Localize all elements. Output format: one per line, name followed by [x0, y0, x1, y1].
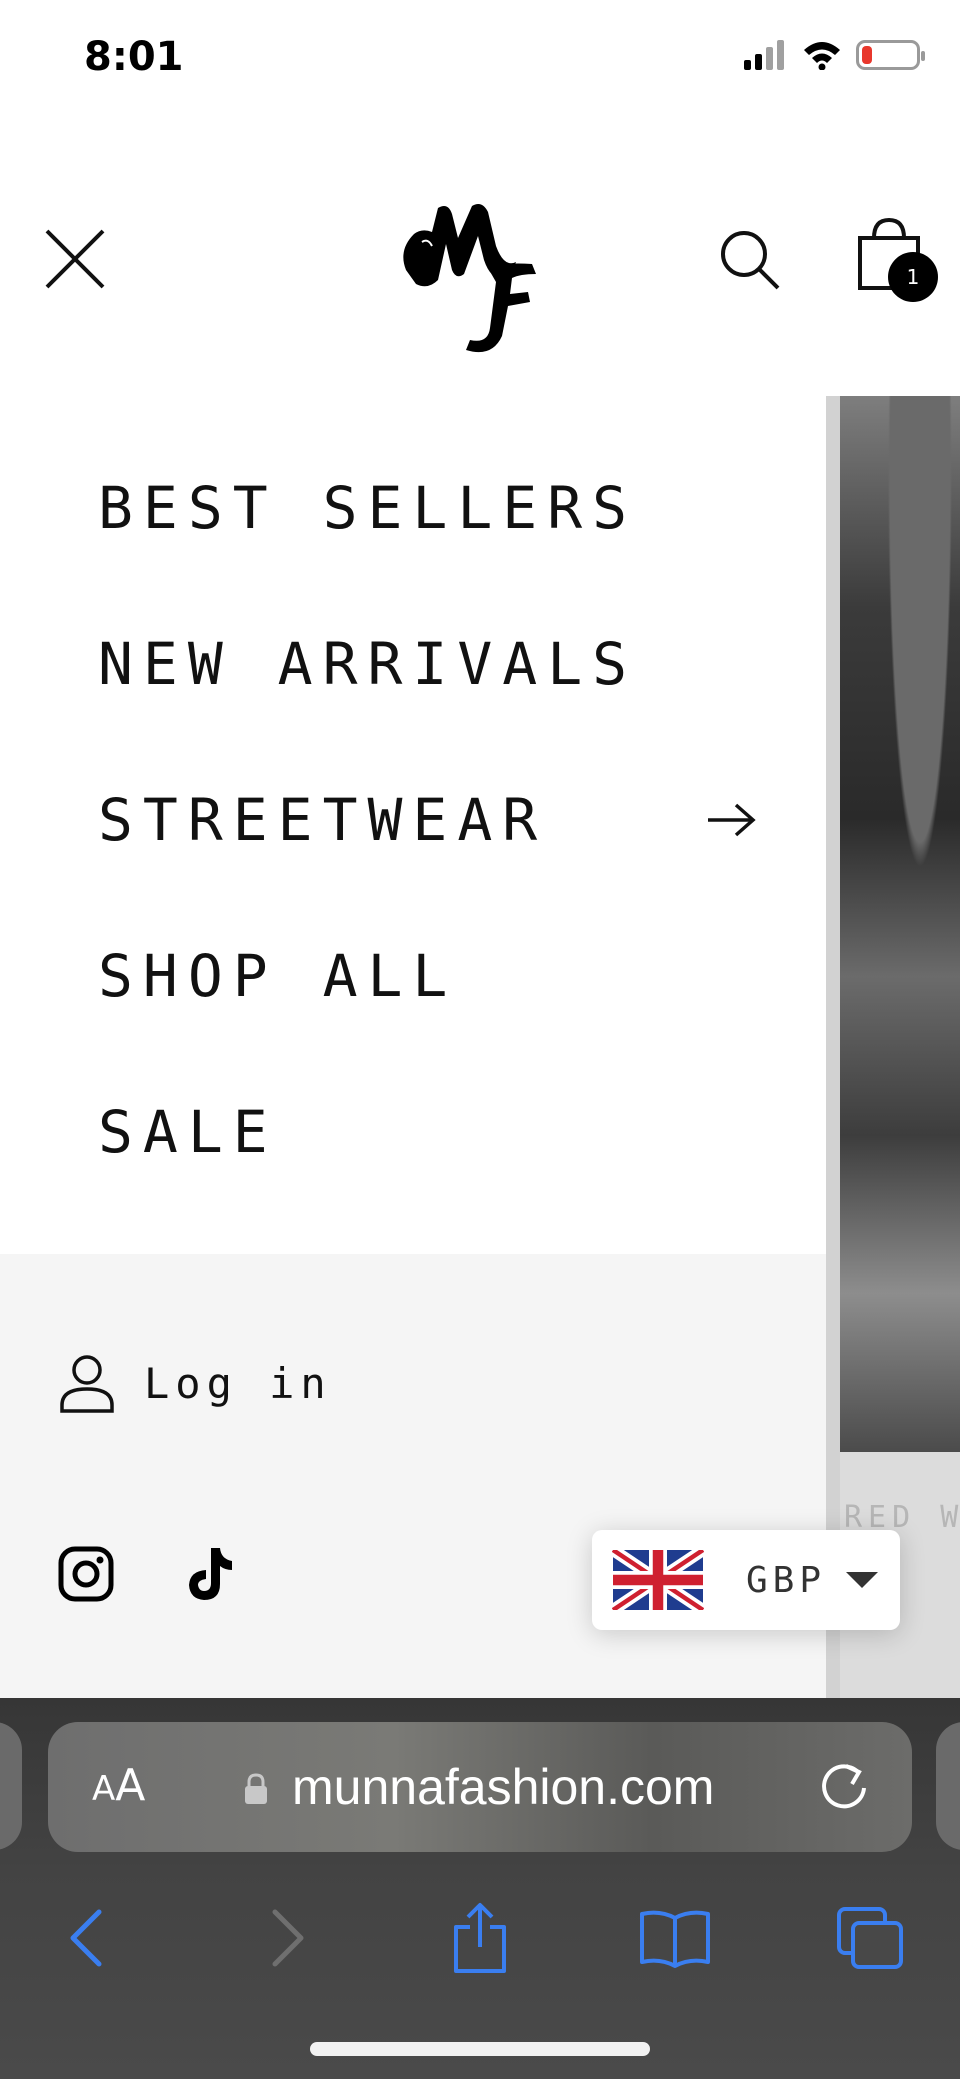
menu-item-new-arrivals[interactable]: NEW ARRIVALS	[98, 604, 758, 724]
chevron-down-icon	[846, 1572, 879, 1588]
menu-item-label: SHOP ALL	[98, 942, 458, 1010]
forward-button[interactable]	[232, 1888, 342, 1988]
drawer-footer: Log in	[0, 1254, 826, 1698]
home-indicator[interactable]	[310, 2042, 650, 2056]
cellular-signal-icon	[744, 40, 784, 70]
menu-item-shop-all[interactable]: SHOP ALL	[98, 916, 758, 1036]
search-button[interactable]	[712, 222, 788, 298]
browser-toolbar	[0, 1888, 960, 1998]
cart-count-badge: 1	[888, 252, 938, 302]
menu-item-label: NEW ARRIVALS	[98, 630, 638, 698]
url-text: munnafashion.com	[292, 1759, 715, 1815]
navigation-drawer: BEST SELLERS NEW ARRIVALS STREETWEAR SHO…	[0, 396, 826, 1698]
menu-item-label: SALE	[98, 1098, 278, 1166]
status-icons	[742, 40, 925, 70]
drawer-edge	[826, 396, 840, 1698]
previous-tab-peek[interactable]	[0, 1722, 22, 1850]
currency-code: GBP	[746, 1559, 827, 1601]
menu-item-streetwear[interactable]: STREETWEAR	[98, 760, 758, 880]
bookmarks-button[interactable]	[620, 1888, 730, 1988]
close-icon	[45, 229, 105, 289]
browser-chrome: AA munnafashion.com	[0, 1698, 960, 2079]
reload-icon[interactable]	[818, 1760, 872, 1814]
share-icon	[454, 1903, 506, 1973]
tabs-button[interactable]	[815, 1888, 925, 1988]
wifi-icon	[804, 42, 840, 70]
site-header: 1	[0, 118, 960, 396]
currency-selector[interactable]: GBP	[592, 1530, 900, 1630]
forward-icon	[272, 1909, 304, 1967]
lock-icon	[245, 1773, 267, 1804]
tabs-icon	[837, 1907, 903, 1969]
tiktok-icon[interactable]	[180, 1544, 240, 1604]
user-icon	[60, 1355, 114, 1413]
menu-item-label: STREETWEAR	[98, 786, 548, 854]
login-label: Log in	[144, 1358, 332, 1408]
status-bar: 8:01	[0, 0, 960, 118]
close-menu-button[interactable]	[30, 214, 120, 304]
background-product-photo	[840, 396, 960, 1452]
mf-monogram-logo[interactable]	[392, 198, 552, 358]
search-icon	[721, 231, 780, 290]
cart-button[interactable]: 1	[848, 210, 948, 310]
menu-item-sale[interactable]: SALE	[98, 1072, 758, 1192]
uk-flag-icon	[612, 1550, 704, 1610]
back-button[interactable]	[32, 1888, 142, 1988]
back-icon	[70, 1909, 102, 1967]
next-tab-peek[interactable]	[936, 1722, 960, 1850]
background-page-content: RED W	[826, 396, 960, 1698]
text-size-button[interactable]: AA	[92, 1760, 145, 1811]
bookmarks-icon	[640, 1910, 710, 1968]
share-button[interactable]	[425, 1888, 535, 1988]
login-link[interactable]: Log in	[58, 1348, 332, 1418]
status-time: 8:01	[84, 34, 184, 80]
text-size-label-small: A	[92, 1769, 116, 1809]
arrow-right-icon	[708, 803, 756, 837]
text-size-label-big: A	[115, 1760, 146, 1811]
address-bar[interactable]: AA munnafashion.com	[48, 1722, 912, 1852]
menu-item-label: BEST SELLERS	[98, 474, 638, 542]
battery-low-icon	[856, 40, 925, 70]
menu-item-best-sellers[interactable]: BEST SELLERS	[98, 448, 758, 568]
instagram-icon[interactable]	[56, 1544, 116, 1604]
